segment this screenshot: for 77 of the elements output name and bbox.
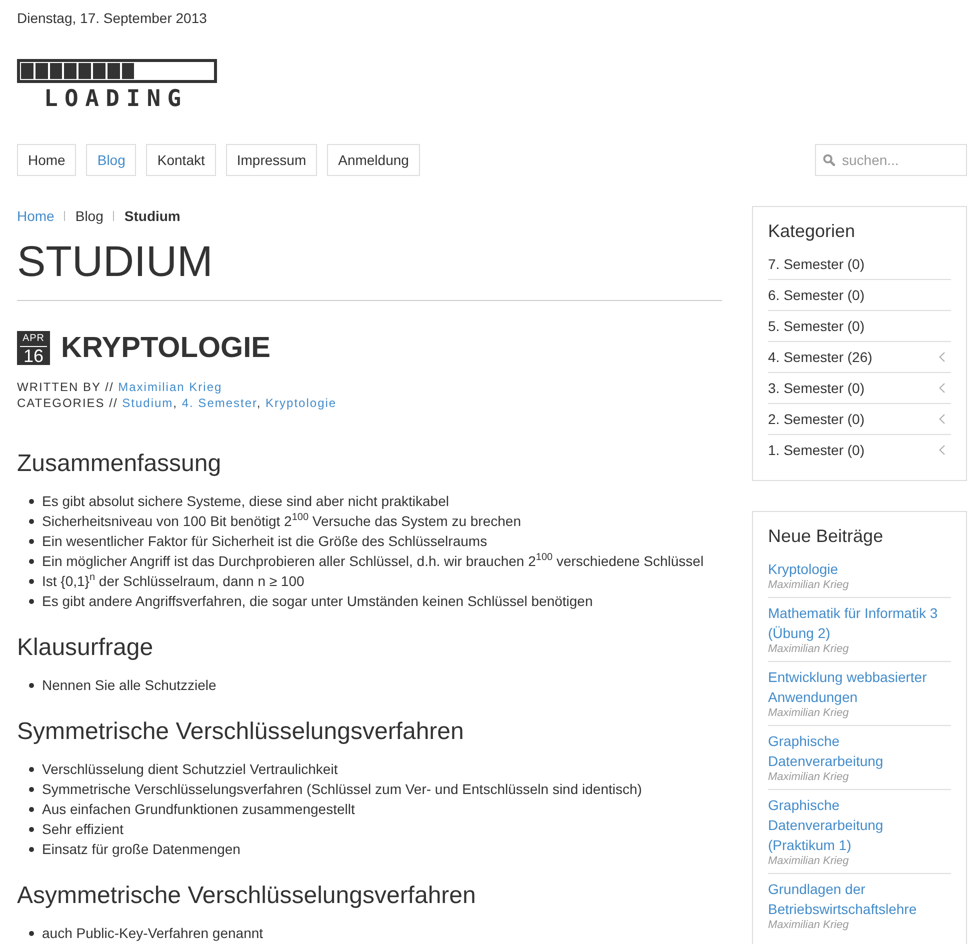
- post-author: Maximilian Krieg: [768, 707, 849, 720]
- post-link[interactable]: Grundlagen der Betriebswirtschaftslehre: [768, 879, 951, 919]
- bullet-icon: [29, 578, 34, 584]
- nav-button[interactable]: Home: [17, 144, 76, 176]
- list-item-text: Ein möglicher Angriff ist das Durchprobieren aller Schlüssel, d.h. wir brauchen 2$^{100}$ verschiedene Schlüssel: [42, 551, 704, 571]
- list-item-text: Es gibt andere Angriffsverfahren, die sogar unter Umständen keinen Schlüssel benötigen: [42, 592, 593, 611]
- list-item-text: Sehr effizient: [42, 820, 124, 839]
- bullet-icon: [29, 538, 34, 544]
- section-heading: Zusammenfassung: [17, 451, 222, 477]
- post-link[interactable]: Mathematik für Informatik 3 (Übung 2): [768, 603, 951, 643]
- list-item-text: Ist {0,1}$^{n}$ der Schlüsselraum, dann n ≥ 100: [42, 571, 304, 591]
- category-link[interactable]: Studium: [122, 396, 174, 410]
- post-author: Maximilian Krieg: [768, 855, 849, 868]
- nav-button[interactable]: Anmeldung: [327, 144, 420, 176]
- bullet-icon: [29, 682, 34, 688]
- post-author: Maximilian Krieg: [768, 771, 849, 784]
- nav-button[interactable]: Impressum: [226, 144, 318, 176]
- category-link[interactable]: 7. Semester (0): [768, 254, 864, 274]
- list-item-text: Aus einfachen Grundfunktionen zusammengestellt: [42, 800, 355, 819]
- post-author: Maximilian Krieg: [768, 919, 849, 932]
- nav-button[interactable]: Kontakt: [146, 144, 216, 176]
- page-title: STUDIUM: [17, 239, 213, 286]
- bullet-icon: [29, 558, 34, 564]
- chevron-left-icon[interactable]: [939, 352, 945, 362]
- categories-line: CATEGORIES // Studium, 4. Semester, Kryptologie: [17, 395, 337, 411]
- list-item-text: Nennen Sie alle Schutzziele: [42, 676, 216, 695]
- section-heading: Symmetrische Verschlüsselungsverfahren: [17, 719, 464, 745]
- chevron-left-icon[interactable]: [939, 445, 945, 455]
- chevron-left-icon[interactable]: [939, 383, 945, 393]
- date-text: Dienstag, 17. September 2013: [17, 9, 207, 28]
- category-link[interactable]: 2. Semester (0): [768, 409, 864, 429]
- category-link[interactable]: 5. Semester (0): [768, 316, 864, 336]
- bullet-icon: [29, 498, 34, 504]
- chevron-left-icon[interactable]: [939, 414, 945, 424]
- post-author: Maximilian Krieg: [768, 579, 849, 592]
- bullet-icon: [29, 826, 34, 832]
- list-item-text: Symmetrische Verschlüsselungsverfahren (Schlüssel zum Ver- und Entschlüsseln sind identisch): [42, 780, 642, 799]
- list-item-text: Verschlüsselung dient Schutzziel Vertraulichkeit: [42, 760, 338, 779]
- post-link[interactable]: Graphische Datenverarbeitung: [768, 731, 951, 771]
- post-author: Maximilian Krieg: [768, 643, 849, 656]
- category-link[interactable]: Kryptologie: [266, 396, 337, 410]
- breadcrumb-link[interactable]: Home: [17, 206, 54, 226]
- list-item-text: Sicherheitsniveau von 100 Bit benötigt 2$^{100}$ Versuche das System zu brechen: [42, 511, 521, 531]
- bullet-icon: [29, 930, 34, 936]
- bullet-icon: [29, 846, 34, 852]
- author-link[interactable]: Maximilian Krieg: [118, 380, 222, 394]
- category-link[interactable]: 4. Semester (26): [768, 347, 872, 367]
- section-heading: Asymmetrische Verschlüsselungsverfahren: [17, 883, 476, 909]
- post-title: KRYPTOLOGIE: [61, 331, 270, 365]
- panel-title: Neue Beiträge: [768, 526, 884, 546]
- search-icon: [823, 154, 835, 166]
- bullet-icon: [29, 518, 34, 524]
- breadcrumb-current: Studium: [124, 207, 180, 226]
- section-heading: Klausurfrage: [17, 635, 154, 661]
- list-item-text: Ein wesentlicher Faktor für Sicherheit ist die Größe des Schlüsselraums: [42, 532, 488, 551]
- post-link[interactable]: Kryptologie: [768, 559, 838, 579]
- badge-month: APR: [22, 334, 45, 344]
- list-item-text: auch Public-Key-Verfahren genannt: [42, 924, 264, 943]
- category-link[interactable]: 6. Semester (0): [768, 285, 864, 305]
- bullet-icon: [29, 786, 34, 792]
- category-link[interactable]: 1. Semester (0): [768, 440, 864, 460]
- panel-title: Kategorien: [768, 221, 856, 241]
- post-link[interactable]: Graphische Datenverarbeitung (Praktikum 1): [768, 795, 951, 855]
- list-item-text: Es gibt absolut sichere Systeme, diese sind aber nicht praktikabel: [42, 492, 449, 511]
- list-item-text: Einsatz für große Datenmengen: [42, 840, 240, 859]
- bullet-icon: [29, 806, 34, 812]
- bullet-icon: [29, 766, 34, 772]
- written-by-line: WRITTEN BY // Maximilian Krieg: [17, 379, 222, 395]
- post-link[interactable]: Entwicklung webbasierter Anwendungen: [768, 667, 951, 707]
- search-field[interactable]: suchen...: [815, 144, 967, 176]
- logo-text: LOADING: [44, 89, 188, 109]
- bullet-icon: [29, 598, 34, 604]
- category-link[interactable]: 3. Semester (0): [768, 378, 864, 398]
- badge-day: 16: [23, 347, 44, 365]
- breadcrumb-link[interactable]: Blog: [75, 206, 104, 226]
- nav-button[interactable]: Blog: [86, 144, 136, 176]
- category-link[interactable]: 4. Semester: [182, 396, 257, 410]
